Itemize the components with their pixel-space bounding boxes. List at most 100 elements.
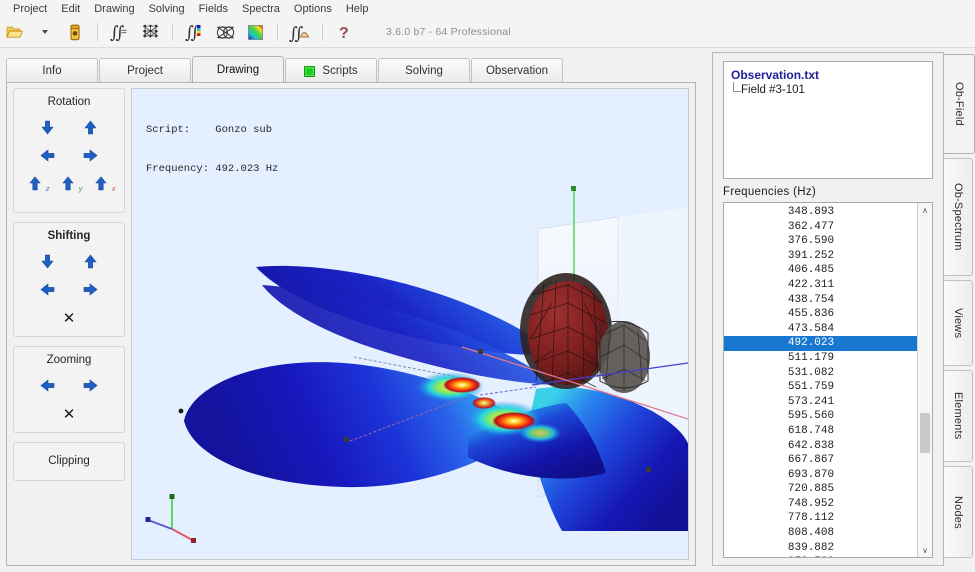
- frequency-list-item[interactable]: 778.112: [724, 511, 918, 526]
- tab-solving[interactable]: Solving: [378, 58, 470, 83]
- frequency-list-item[interactable]: 642.838: [724, 439, 918, 454]
- arrow-right-button[interactable]: [82, 281, 99, 298]
- frequencies-listbox[interactable]: 348.893362.477376.590391.252406.485422.3…: [723, 202, 933, 558]
- frequency-list-item[interactable]: 473.584: [724, 322, 918, 337]
- frequency-list-item[interactable]: 531.082: [724, 366, 918, 381]
- arrow-up-button[interactable]: [82, 119, 99, 136]
- arrow-left-icon: [39, 377, 56, 394]
- frequency-list-item[interactable]: 667.867: [724, 453, 918, 468]
- control-group-title: Zooming: [14, 354, 124, 366]
- toolbar-separator: [277, 23, 278, 41]
- frequency-list-item[interactable]: 391.252: [724, 249, 918, 264]
- observation-tree[interactable]: Observation.txt Field #3-101: [723, 61, 933, 179]
- tab-drawing[interactable]: Drawing: [192, 56, 284, 83]
- help-button[interactable]: ?: [331, 19, 359, 45]
- frequency-list-item[interactable]: 376.590: [724, 234, 918, 249]
- side-tab-views[interactable]: Views: [944, 280, 973, 366]
- frequency-list-item[interactable]: 438.754: [724, 293, 918, 308]
- rotate-x-icon: [94, 175, 111, 192]
- tab-project[interactable]: Project: [99, 58, 191, 83]
- frequencies-scrollbar[interactable]: ∧ ∨: [917, 203, 932, 557]
- frequency-list-item[interactable]: 748.952: [724, 497, 918, 512]
- field-hotspot-hot-1: [443, 377, 481, 393]
- arrow-right-button[interactable]: [82, 377, 99, 394]
- tree-root-node[interactable]: Observation.txt: [731, 68, 925, 82]
- rotate-z-button[interactable]: z: [28, 175, 45, 192]
- arrow-left-button[interactable]: [39, 377, 56, 394]
- scrollbar-thumb[interactable]: [920, 413, 930, 453]
- tab-label: Project: [127, 65, 163, 77]
- side-tab-label: Views: [952, 308, 964, 338]
- mesh-button[interactable]: [136, 19, 164, 45]
- side-tab-ob-spectrum[interactable]: Ob-Spectrum: [944, 158, 973, 276]
- arrow-up-icon: [82, 119, 99, 136]
- open-recent-dropdown-button[interactable]: [31, 19, 59, 45]
- tab-info[interactable]: Info: [6, 58, 98, 83]
- arrow-up-button[interactable]: [82, 253, 99, 270]
- frequency-list-item[interactable]: 808.408: [724, 526, 918, 541]
- field-map-button[interactable]: ∬: [181, 19, 209, 45]
- frequency-list-item[interactable]: 492.023: [724, 336, 918, 351]
- solve-button[interactable]: ∬ =: [106, 19, 134, 45]
- menu-item-edit[interactable]: Edit: [54, 2, 87, 16]
- mesh-grid-icon: [141, 23, 160, 41]
- menu-item-drawing[interactable]: Drawing: [87, 2, 141, 16]
- frequency-list-item[interactable]: 618.748: [724, 424, 918, 439]
- frequency-list-item[interactable]: 406.485: [724, 263, 918, 278]
- color-scale-button[interactable]: [241, 19, 269, 45]
- frequency-list-item[interactable]: 872.583: [724, 555, 918, 558]
- arrow-right-button[interactable]: [82, 147, 99, 164]
- frequency-list-item[interactable]: 362.477: [724, 220, 918, 235]
- control-row: [14, 119, 124, 136]
- spectrum-button[interactable]: ∬: [286, 19, 314, 45]
- save-project-button[interactable]: [61, 19, 89, 45]
- rotate-y-icon: [61, 175, 78, 192]
- elements-button[interactable]: [211, 19, 239, 45]
- tree-child-node[interactable]: Field #3-101: [731, 84, 925, 96]
- control-group-zooming: Zooming ✕: [13, 346, 125, 433]
- frequency-list-item[interactable]: 573.241: [724, 395, 918, 410]
- frequency-list-item[interactable]: 348.893: [724, 205, 918, 220]
- tab-observation[interactable]: Observation: [471, 58, 563, 83]
- open-folder-button[interactable]: [1, 19, 29, 45]
- rotate-y-button[interactable]: y: [61, 175, 78, 192]
- arrow-down-button[interactable]: [39, 253, 56, 270]
- frequency-list-item[interactable]: 551.759: [724, 380, 918, 395]
- scroll-up-button[interactable]: ∧: [918, 203, 932, 217]
- side-tab-nodes[interactable]: Nodes: [944, 466, 973, 558]
- chevron-down-icon: [42, 30, 48, 34]
- tab-scripts[interactable]: Scripts: [285, 58, 377, 83]
- toolbar-separator: [97, 23, 98, 41]
- drawing-canvas[interactable]: Script: Gonzo sub Frequency: 492.023 Hz: [131, 88, 689, 560]
- side-tab-label: Elements: [952, 392, 964, 439]
- frequency-list-item[interactable]: 595.560: [724, 409, 918, 424]
- frequency-list-item[interactable]: 693.870: [724, 468, 918, 483]
- menu-item-spectra[interactable]: Spectra: [235, 2, 287, 16]
- menu-item-help[interactable]: Help: [339, 2, 376, 16]
- frequency-list-item[interactable]: 720.885: [724, 482, 918, 497]
- reset-zooming-button[interactable]: ✕: [60, 405, 78, 423]
- control-row: zyx: [14, 175, 124, 192]
- side-tab-label: Ob-Spectrum: [952, 183, 964, 251]
- menu-item-fields[interactable]: Fields: [192, 2, 235, 16]
- menu-item-solving[interactable]: Solving: [142, 2, 192, 16]
- side-tab-elements[interactable]: Elements: [944, 370, 973, 462]
- tab-label: Scripts: [322, 65, 357, 77]
- reset-shifting-button[interactable]: ✕: [60, 309, 78, 327]
- control-row: [14, 377, 124, 394]
- arrow-down-button[interactable]: [39, 119, 56, 136]
- arrow-left-button[interactable]: [39, 281, 56, 298]
- arrow-left-button[interactable]: [39, 147, 56, 164]
- arrow-right-icon: [82, 377, 99, 394]
- frequency-list-item[interactable]: 839.882: [724, 541, 918, 556]
- frequency-list-item[interactable]: 422.311: [724, 278, 918, 293]
- toolbar-separator: [322, 23, 323, 41]
- rotate-x-button[interactable]: x: [94, 175, 111, 192]
- frequency-list-item[interactable]: 455.836: [724, 307, 918, 322]
- scroll-down-button[interactable]: ∨: [918, 543, 932, 557]
- side-tab-ob-field[interactable]: Ob-Field: [944, 54, 975, 154]
- frequencies-label: Frequencies (Hz): [723, 186, 816, 198]
- menu-item-options[interactable]: Options: [287, 2, 339, 16]
- menu-item-project[interactable]: Project: [6, 2, 54, 16]
- frequency-list-item[interactable]: 511.179: [724, 351, 918, 366]
